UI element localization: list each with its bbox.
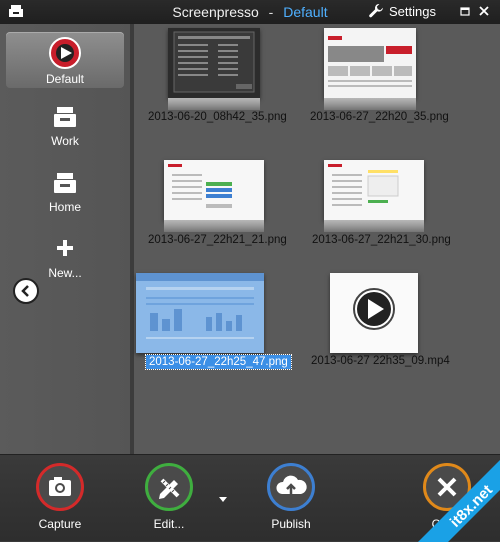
screenpresso-window: Screenpresso - Default Settings Default bbox=[0, 0, 500, 542]
settings-label: Settings bbox=[389, 3, 436, 19]
thumbnail-filename: 2013-06-27_22h21_21.png bbox=[148, 234, 287, 246]
edit-label: Edit... bbox=[153, 517, 185, 531]
thumbnail-reflection bbox=[324, 220, 424, 232]
profile-sidebar: Default Work Home New... bbox=[0, 24, 134, 454]
collapse-sidebar-button[interactable] bbox=[13, 278, 39, 304]
sidebar-item-label: Default bbox=[45, 72, 85, 86]
thumbnail-reflection bbox=[324, 98, 416, 110]
restore-icon[interactable] bbox=[460, 6, 470, 16]
plus-icon bbox=[57, 240, 73, 256]
current-profile: Default bbox=[283, 4, 328, 20]
edit-button[interactable]: Edit... bbox=[124, 463, 214, 531]
thumbnail-image bbox=[324, 28, 416, 98]
publish-label: Publish bbox=[271, 517, 311, 531]
sidebar-item-label: Home bbox=[48, 200, 81, 214]
thumbnail-filename: 2013-06-27_22h25_47.png bbox=[145, 354, 292, 370]
wrench-icon bbox=[369, 4, 383, 18]
thumbnail-image bbox=[164, 160, 264, 220]
capture-label: Capture bbox=[38, 517, 82, 531]
tray-icon bbox=[54, 173, 76, 193]
publish-circle bbox=[267, 463, 315, 511]
settings-button[interactable]: Settings bbox=[368, 3, 436, 19]
title-bar: Screenpresso - Default Settings bbox=[0, 0, 500, 24]
thumbnail-image bbox=[136, 273, 264, 353]
watermark-logo: it8x.net bbox=[418, 460, 500, 542]
app-name: Screenpresso bbox=[172, 4, 259, 20]
sidebar-item-default[interactable]: Default bbox=[6, 32, 124, 88]
title-separator: - bbox=[268, 4, 274, 20]
thumbnail-image bbox=[324, 160, 424, 220]
capture-circle bbox=[36, 463, 84, 511]
thumbnail-reflection bbox=[164, 220, 264, 232]
camera-icon bbox=[49, 477, 71, 496]
sidebar-item-work[interactable]: Work bbox=[6, 106, 124, 156]
capture-button[interactable]: Capture bbox=[15, 463, 105, 531]
sidebar-item-home[interactable]: Home bbox=[6, 172, 124, 222]
close-window-icon[interactable] bbox=[479, 6, 489, 16]
thumbnail-image: Go bbox=[330, 273, 418, 353]
thumbnail-gallery: 2013-06-20_08h42_35.png 2013-06-27_22h20… bbox=[134, 24, 500, 454]
pencil-ruler-icon bbox=[159, 478, 180, 499]
thumbnail-filename: 2013-06-27_22h21_30.png bbox=[312, 234, 451, 246]
thumbnail-reflection bbox=[168, 98, 260, 110]
edit-circle bbox=[145, 463, 193, 511]
screenpresso-logo-icon bbox=[49, 37, 81, 69]
thumbnail-filename: 2013-06-20_08h42_35.png bbox=[148, 111, 287, 123]
thumbnail-image bbox=[168, 28, 260, 98]
sidebar-item-label: Work bbox=[51, 134, 79, 148]
thumbnail-filename: 2013-06-27 22h35_09.mp4 bbox=[311, 355, 450, 367]
edit-dropdown-arrow[interactable] bbox=[219, 497, 227, 502]
publish-button[interactable]: Publish bbox=[246, 463, 336, 531]
cloud-upload-icon bbox=[276, 475, 307, 496]
thumbnail-filename: 2013-06-27_22h20_35.png bbox=[310, 111, 449, 123]
tray-icon bbox=[54, 107, 76, 127]
chevron-left-icon bbox=[21, 285, 29, 297]
